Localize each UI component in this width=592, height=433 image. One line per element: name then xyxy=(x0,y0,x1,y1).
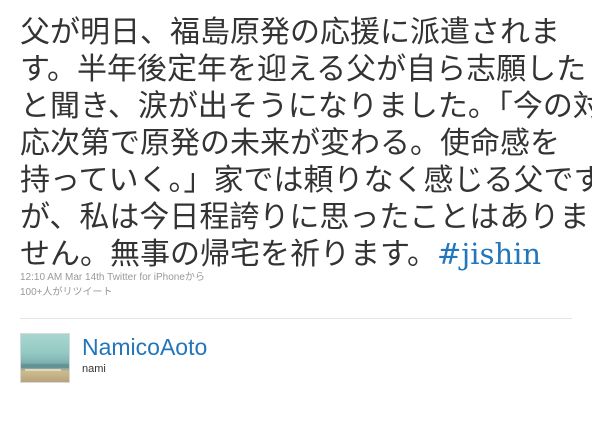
hashtag-link[interactable]: #jishin xyxy=(437,237,541,271)
full-name: nami xyxy=(82,363,106,375)
tweet-line: が、私は今日程誇りに思ったことはありま xyxy=(20,200,590,235)
timestamp-link[interactable]: 12:10 AM Mar 14th xyxy=(20,272,105,283)
source-suffix: から xyxy=(184,272,205,283)
tweet-line: と聞き、涙が出そうになりました。「今の対 xyxy=(20,89,592,124)
tweet-line: 応次第で原発の未来が変わる。使命感を xyxy=(20,126,560,161)
tweet-line: せん。無事の帰宅を祈ります。 xyxy=(20,237,437,272)
divider xyxy=(20,318,572,319)
avatar-foam xyxy=(25,369,61,371)
tweet-text: 父が明日、福島原発の応援に派遣されま す。半年後定年を迎える父が自ら志願した と… xyxy=(20,14,592,273)
screen-name-link[interactable]: NamicoAoto xyxy=(82,334,207,361)
source-link[interactable]: Twitter for iPhone xyxy=(107,272,185,283)
retweet-count: 100+人がリツイート xyxy=(20,287,113,298)
meta-timestamp-row: 12:10 AM Mar 14th Twitter for iPhoneから xyxy=(20,270,205,285)
avatar[interactable] xyxy=(20,333,70,383)
tweet-line: 父が明日、福島原発の応援に派遣されま xyxy=(20,15,560,50)
author-block: NamicoAoto nami xyxy=(20,333,207,383)
tweet-line: す。半年後定年を迎える父が自ら志願した xyxy=(20,52,587,87)
avatar-sea xyxy=(21,364,69,368)
tweet-line-last: せん。無事の帰宅を祈ります。#jishin xyxy=(20,236,580,273)
author-info: NamicoAoto nami xyxy=(82,334,207,377)
tweet-meta: 12:10 AM Mar 14th Twitter for iPhoneから 1… xyxy=(20,270,205,300)
tweet-line: 持っていく。」家では頼りなく感じる父です xyxy=(20,163,592,198)
tweet-page: 父が明日、福島原発の応援に派遣されま す。半年後定年を迎える父が自ら志願した と… xyxy=(0,0,592,433)
